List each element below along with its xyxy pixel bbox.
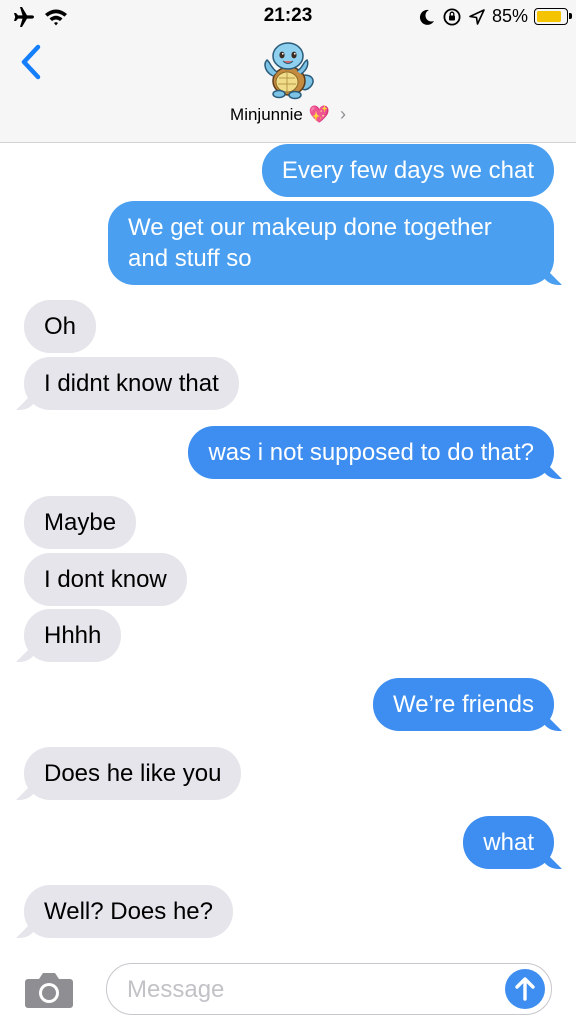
sparkling-heart-emoji: 💖	[308, 104, 330, 124]
message-text: We get our makeup done together	[128, 214, 492, 241]
message-bubble-incoming[interactable]: Does he like you	[24, 747, 242, 800]
contact-name: Minjunnie	[230, 104, 303, 124]
battery-percent: 85%	[491, 6, 528, 26]
message-bubble-outgoing[interactable]: Every few days we chat	[261, 144, 554, 197]
message-text: We’re friends	[393, 691, 534, 718]
contact-avatar-squirtle[interactable]	[255, 38, 321, 100]
message-bubble-incoming[interactable]: Well? Does he?	[24, 885, 233, 938]
message-bubble-incoming[interactable]: I didnt know that	[24, 357, 239, 410]
message-text: Every few days we chat	[281, 157, 534, 184]
message-bubble-incoming[interactable]: Hhhh	[24, 609, 122, 662]
message-bubble-outgoing[interactable]: was i not supposed to do that?	[188, 426, 554, 479]
compose-bar: Message	[0, 951, 576, 1024]
back-chevron-icon[interactable]	[16, 42, 46, 82]
message-bubble-outgoing[interactable]: what	[463, 816, 554, 869]
battery-icon	[534, 8, 572, 25]
message-bubble-incoming[interactable]: Maybe	[24, 496, 137, 549]
do-not-disturb-moon-icon	[419, 9, 434, 25]
chevron-right-icon: ›	[339, 104, 346, 124]
message-text: Maybe	[44, 509, 117, 536]
message-text: was i not supposed to do that?	[208, 439, 534, 466]
rotation-lock-icon	[443, 8, 461, 25]
message-text: Well? Does he?	[44, 898, 213, 925]
contact-name-button[interactable]: Minjunnie 💖 ›	[0, 104, 576, 125]
location-arrow-icon	[469, 8, 485, 25]
status-bar: 21:23 85%	[0, 0, 576, 36]
message-input-placeholder: Message	[127, 976, 225, 1003]
message-input[interactable]: Message	[106, 963, 552, 1015]
message-bubble-outgoing[interactable]: We get our makeup done together and stuf…	[108, 201, 554, 285]
send-button[interactable]	[505, 969, 545, 1009]
message-text: Does he like you	[44, 760, 222, 787]
message-bubble-incoming[interactable]: I dont know	[24, 553, 187, 606]
message-thread[interactable]: Every few days we chat We get our makeup…	[0, 143, 576, 951]
message-text: what	[483, 829, 534, 856]
message-text: I didnt know that	[44, 370, 219, 397]
message-text: I dont know	[44, 566, 167, 593]
message-bubble-outgoing[interactable]: We’re friends	[373, 678, 554, 731]
arrow-up-icon	[515, 977, 535, 1001]
message-text: Hhhh	[44, 622, 102, 649]
message-text: and stuff so	[128, 245, 252, 272]
camera-icon[interactable]	[24, 971, 74, 1009]
message-bubble-incoming[interactable]: Oh	[24, 300, 97, 353]
message-text: Oh	[44, 313, 77, 340]
battery-level-fill	[537, 11, 561, 22]
